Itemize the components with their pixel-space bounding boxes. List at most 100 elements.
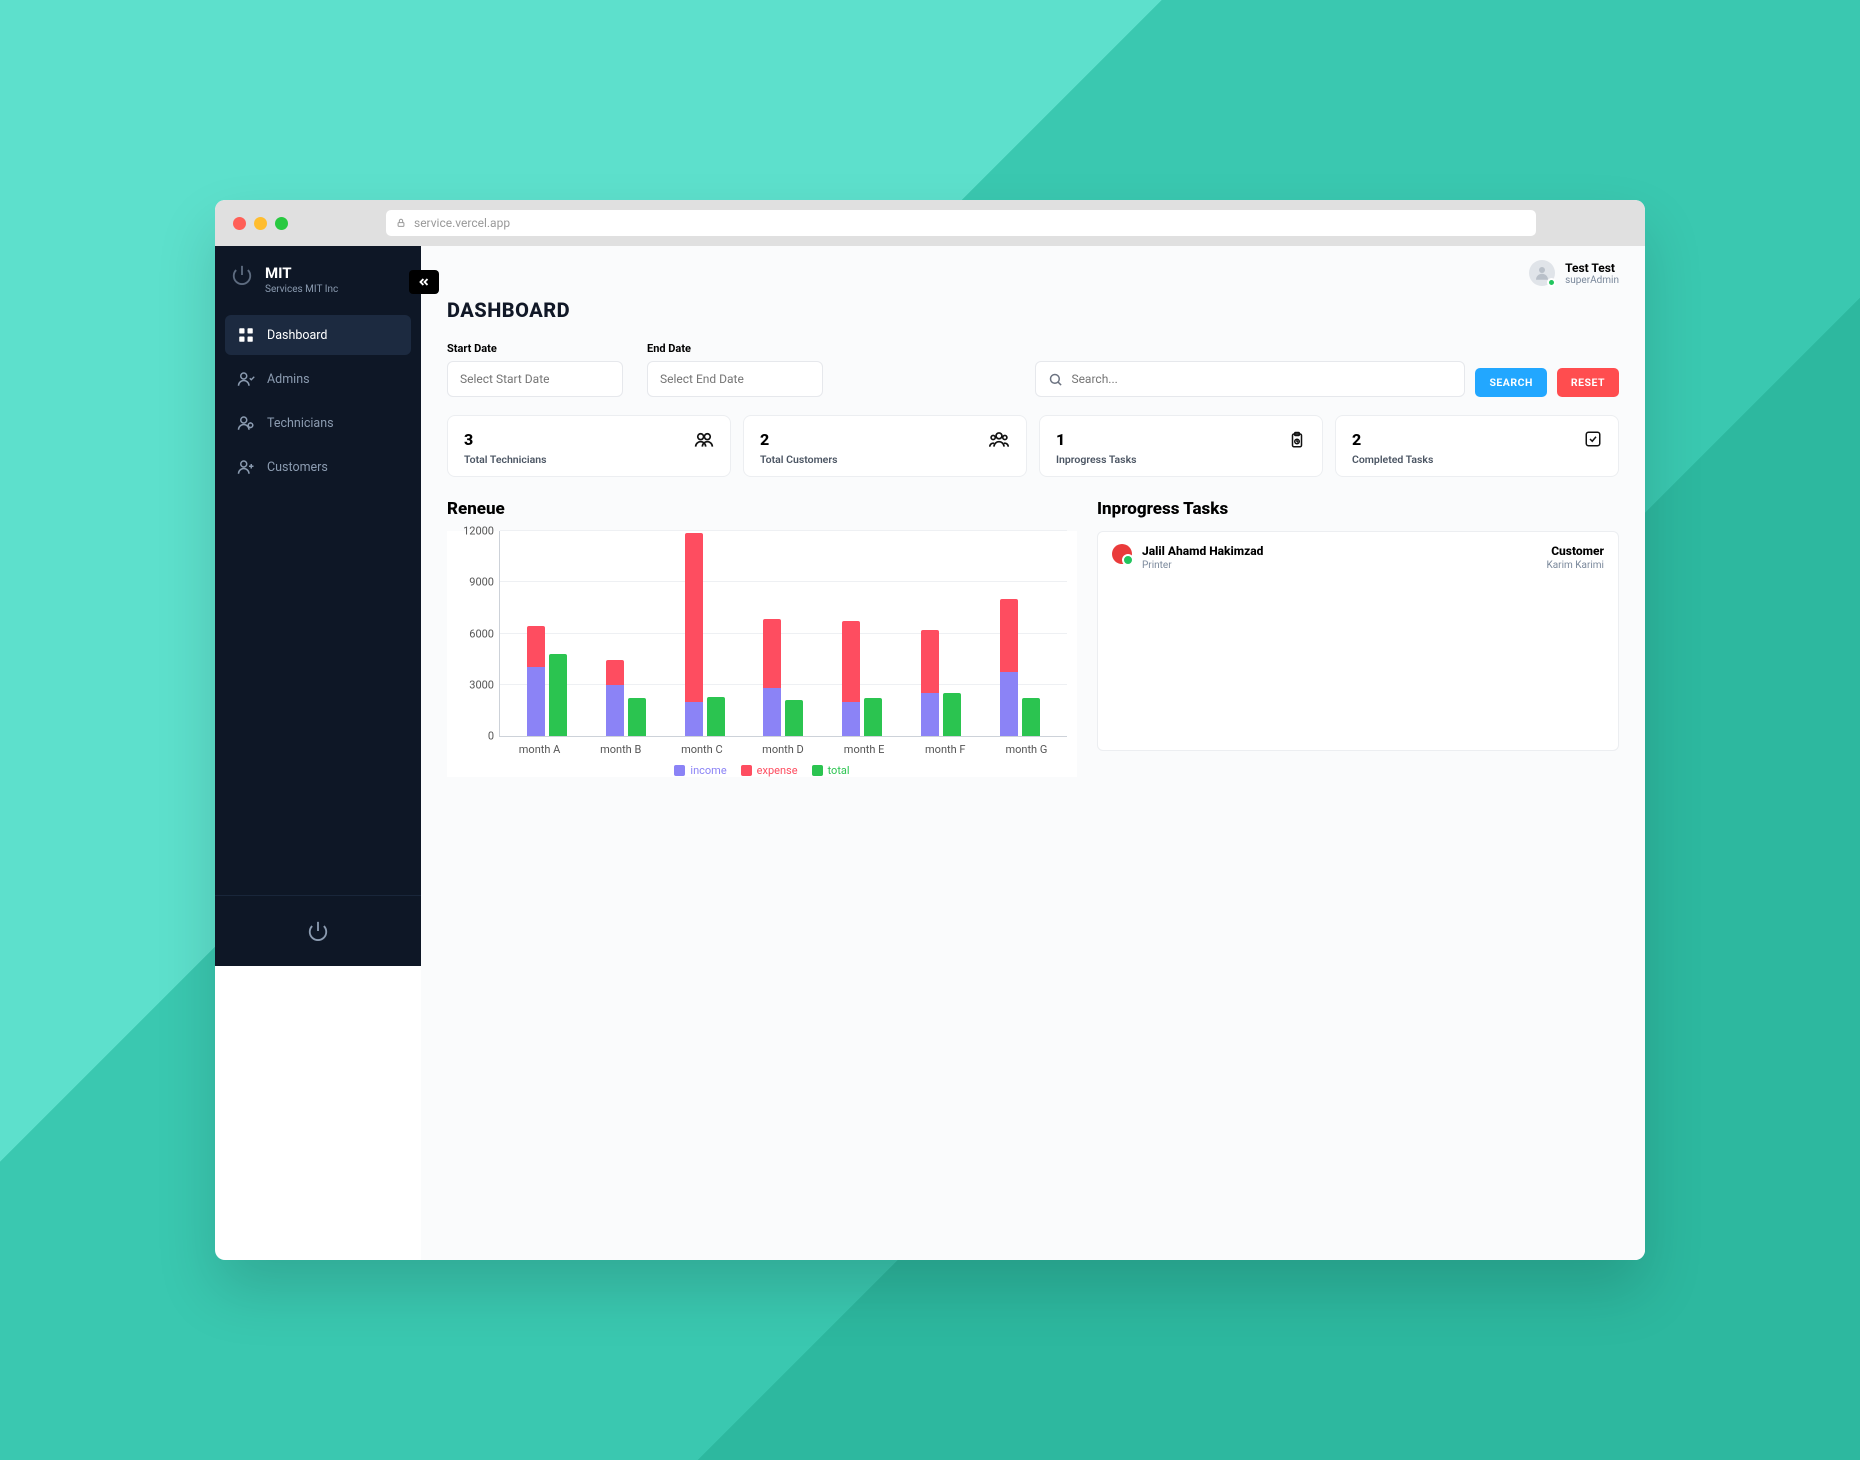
legend-item: income <box>674 764 726 777</box>
power-icon <box>307 920 329 942</box>
bar-expense <box>763 619 781 688</box>
sidebar-item-technicians[interactable]: Technicians <box>225 403 411 443</box>
bar-income <box>1000 672 1018 736</box>
task-role: Customer <box>1546 544 1604 558</box>
bar-total <box>549 654 567 736</box>
stat-value: 1 <box>1056 430 1137 449</box>
y-tick: 12000 <box>450 525 494 538</box>
chart-title: Reneue <box>447 499 1077 519</box>
bar-income <box>685 702 703 736</box>
sidebar-item-dashboard[interactable]: Dashboard <box>225 315 411 355</box>
address-bar[interactable]: service.vercel.app <box>386 210 1536 236</box>
bar-expense <box>842 621 860 702</box>
end-date-label: End Date <box>647 342 823 355</box>
bar-total <box>628 698 646 736</box>
bar-total <box>1022 698 1040 736</box>
sidebar-item-label: Admins <box>267 372 310 387</box>
bar-income <box>606 685 624 737</box>
check-icon <box>1584 430 1602 452</box>
search-input[interactable] <box>1071 372 1452 386</box>
stat-cards: 3 Total Technicians 2Total Customers 1 Inpro… <box>447 415 1619 477</box>
legend-item: total <box>812 764 850 777</box>
app: MIT Services MIT Inc Dashboard Admins <box>215 246 1645 1260</box>
bar-expense <box>685 533 703 701</box>
collapse-sidebar-button[interactable] <box>409 270 439 294</box>
end-date-input[interactable] <box>647 361 823 397</box>
status-dot-icon <box>1547 278 1556 287</box>
sidebar-item-admins[interactable]: Admins <box>225 359 411 399</box>
stat-label: Total Technicians <box>464 453 547 466</box>
tasks-list[interactable]: Jalil Ahamd Hakimzad Printer Customer Karim… <box>1097 531 1619 751</box>
y-tick: 9000 <box>450 576 494 589</box>
reset-button[interactable]: RESET <box>1557 368 1619 397</box>
bar-total <box>785 700 803 736</box>
url-text: service.vercel.app <box>414 216 510 230</box>
bar-income <box>842 702 860 736</box>
clipboard-icon <box>1288 430 1306 454</box>
admin-icon <box>237 370 255 388</box>
bar-income <box>763 688 781 736</box>
y-tick: 6000 <box>450 627 494 640</box>
start-date-input[interactable] <box>447 361 623 397</box>
x-label: month E <box>834 743 894 756</box>
stat-label: Completed Tasks <box>1352 453 1433 466</box>
legend-swatch-icon <box>741 765 752 776</box>
task-item[interactable]: Jalil Ahamd Hakimzad Printer Customer Karim… <box>1098 532 1618 583</box>
revenue-section: Reneue 030006000900012000 month Amonth B… <box>447 499 1077 777</box>
stat-card: 2 Completed Tasks <box>1335 415 1619 477</box>
bar-group <box>911 531 971 736</box>
x-label: month D <box>753 743 813 756</box>
stat-value: 2 <box>1352 430 1433 449</box>
users-icon <box>694 430 714 454</box>
bar-total <box>707 697 725 736</box>
topbar: Test Test superAdmin <box>421 246 1645 290</box>
stat-card: 2Total Customers <box>743 415 1027 477</box>
sidebar-item-customers[interactable]: Customers <box>225 447 411 487</box>
technician-icon <box>237 414 255 432</box>
stat-value: 2 <box>760 430 838 449</box>
x-label: month G <box>996 743 1056 756</box>
bar-total <box>864 698 882 736</box>
sidebar-item-label: Customers <box>267 460 328 475</box>
content: DASHBOARD Start Date End Date <box>421 290 1645 797</box>
search-button[interactable]: SEARCH <box>1475 368 1546 397</box>
brand-sub: Services MIT Inc <box>265 284 338 295</box>
task-sub: Printer <box>1142 560 1263 571</box>
stat-label: Inprogress Tasks <box>1056 453 1137 466</box>
power-icon <box>231 264 253 286</box>
brand: MIT Services MIT Inc <box>215 246 421 309</box>
main: Test Test superAdmin DASHBOARD Start Dat… <box>421 246 1645 1260</box>
group-icon <box>988 430 1010 454</box>
minimize-window-icon[interactable] <box>254 217 267 230</box>
bar-group <box>753 531 813 736</box>
stat-card: 1 Inprogress Tasks <box>1039 415 1323 477</box>
bar-expense <box>527 626 545 667</box>
user-menu[interactable]: Test Test superAdmin <box>1529 260 1619 286</box>
close-window-icon[interactable] <box>233 217 246 230</box>
search-box[interactable] <box>1035 361 1465 397</box>
maximize-window-icon[interactable] <box>275 217 288 230</box>
logout[interactable] <box>215 895 421 966</box>
bar-group <box>596 531 656 736</box>
legend-item: expense <box>741 764 798 777</box>
stat-value: 3 <box>464 430 547 449</box>
stat-card: 3 Total Technicians <box>447 415 731 477</box>
titlebar: service.vercel.app <box>215 200 1645 246</box>
search-icon <box>1048 372 1063 387</box>
bar-expense <box>606 660 624 684</box>
task-avatar <box>1112 544 1132 564</box>
legend-swatch-icon <box>674 765 685 776</box>
sidebar: MIT Services MIT Inc Dashboard Admins <box>215 246 421 966</box>
filters: Start Date End Date SEARCH RESET <box>447 342 1619 397</box>
bar-group <box>517 531 577 736</box>
x-label: month A <box>510 743 570 756</box>
start-date-label: Start Date <box>447 342 623 355</box>
browser-window: service.vercel.app MIT Services MIT Inc <box>215 200 1645 1260</box>
bar-group <box>832 531 892 736</box>
bar-total <box>943 693 961 736</box>
sidebar-item-label: Dashboard <box>267 328 327 343</box>
customers-icon <box>237 458 255 476</box>
task-name: Jalil Ahamd Hakimzad <box>1142 544 1263 558</box>
task-customer: Karim Karimi <box>1546 560 1604 571</box>
x-label: month C <box>672 743 732 756</box>
